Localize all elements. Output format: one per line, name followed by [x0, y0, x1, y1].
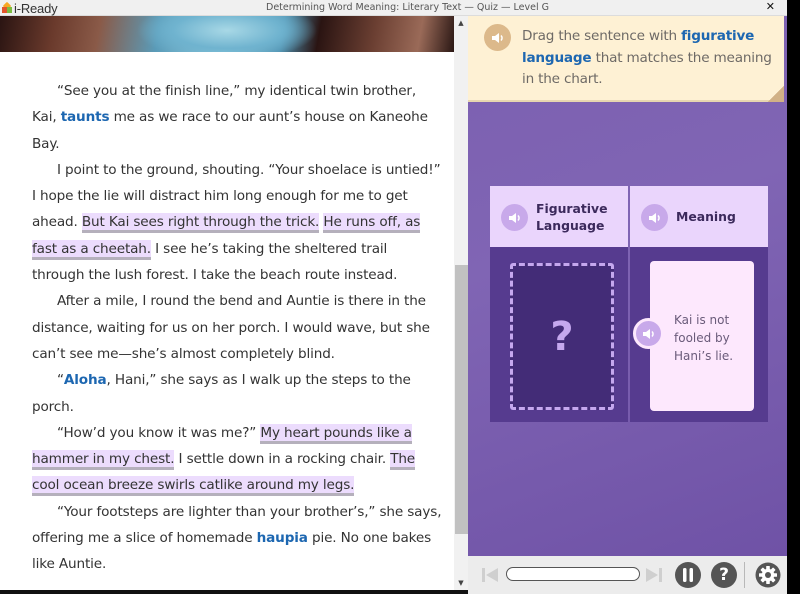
- reading-pane: “See you at the finish line,” my identic…: [0, 16, 454, 590]
- passage-paragraph: “Aloha, Hani,” she says as I walk up the…: [32, 367, 442, 420]
- pause-button[interactable]: [675, 562, 701, 588]
- read-aloud-meaning-button[interactable]: [633, 318, 664, 349]
- toolbar-divider: [744, 562, 745, 588]
- vocabulary-word-link[interactable]: taunts: [61, 109, 110, 125]
- skip-forward-icon[interactable]: [645, 566, 663, 584]
- settings-button[interactable]: [755, 562, 781, 588]
- passage-text-run: “How’d you know it was me?”: [57, 424, 261, 441]
- answer-drop-zone[interactable]: ?: [510, 263, 614, 410]
- bottom-toolbar: ?: [468, 556, 787, 594]
- passage-text-run: I settle down in a rocking chair.: [174, 451, 391, 468]
- column-header: Meaning: [630, 186, 768, 247]
- read-aloud-header-button[interactable]: [501, 204, 528, 231]
- passage-text-run: “: [57, 372, 64, 389]
- passage-text-run: After a mile, I round the bend and Aunti…: [32, 293, 430, 362]
- passage-banner-image: [0, 16, 454, 52]
- column-body: Kai is not fooled by Hani’s lie.: [630, 247, 768, 422]
- speaker-icon: [491, 32, 503, 43]
- passage-scrollbar[interactable]: ▲ ▼: [454, 16, 468, 590]
- meaning-text: Kai is not fooled by Hani’s lie.: [674, 313, 734, 363]
- skip-back-icon[interactable]: [481, 566, 499, 584]
- header-line: Language: [536, 217, 605, 233]
- scroll-up-arrow-icon[interactable]: ▲: [454, 16, 468, 30]
- question-pane: Drag the sentence with figurative langua…: [468, 16, 787, 556]
- passage-paragraph: After a mile, I round the bend and Aunti…: [32, 288, 442, 367]
- pause-icon: [683, 568, 693, 582]
- help-button[interactable]: ?: [711, 562, 737, 588]
- passage-paragraph: “How’d you know it was me?” My heart pou…: [32, 420, 442, 499]
- passage-paragraph: “Your footsteps are lighter than your br…: [32, 499, 442, 578]
- help-icon: ?: [719, 565, 729, 585]
- column-header: Figurative Language: [490, 186, 628, 247]
- scroll-thumb[interactable]: [455, 265, 468, 534]
- draggable-figurative-sentence[interactable]: But Kai sees right through the trick.: [81, 213, 319, 234]
- close-button[interactable]: ✕: [766, 0, 775, 14]
- prompt-text: Drag the sentence with figurative langua…: [522, 26, 772, 91]
- question-mark-icon: ?: [550, 313, 574, 360]
- matching-chart: Figurative Language ? Meaning Kai is not…: [490, 186, 768, 422]
- question-prompt: Drag the sentence with figurative langua…: [468, 16, 784, 102]
- read-aloud-header-button[interactable]: [641, 204, 668, 231]
- title-bar: i-Ready Determining Word Meaning: Litera…: [0, 0, 787, 16]
- read-aloud-prompt-button[interactable]: [484, 24, 511, 51]
- speaker-icon: [642, 328, 654, 339]
- bottom-edge: [0, 590, 468, 594]
- column-header-label: Meaning: [676, 186, 736, 247]
- scroll-down-arrow-icon[interactable]: ▼: [454, 576, 468, 590]
- chart-column-meaning: Meaning Kai is not fooled by Hani’s lie.: [630, 186, 768, 422]
- page-fold-decoration: [768, 86, 784, 102]
- vocabulary-word-link[interactable]: Aloha: [64, 372, 107, 388]
- lesson-progress-bar: [506, 567, 640, 581]
- header-line: Meaning: [676, 209, 736, 224]
- column-body: ?: [490, 247, 628, 422]
- window-title: Determining Word Meaning: Literary Text …: [266, 2, 549, 13]
- speaker-icon: [508, 212, 520, 223]
- passage-text: “See you at the finish line,” my identic…: [32, 78, 442, 578]
- chart-column-figurative-language: Figurative Language ?: [490, 186, 628, 422]
- passage-paragraph: I point to the ground, shouting. “Your s…: [32, 157, 442, 288]
- header-line: Figurative: [536, 200, 608, 216]
- right-edge: [787, 0, 800, 594]
- speaker-icon: [648, 212, 660, 223]
- vocabulary-word-link[interactable]: haupia: [257, 530, 308, 546]
- passage-paragraph: “See you at the finish line,” my identic…: [32, 78, 442, 157]
- column-header-label: Figurative Language: [536, 186, 608, 247]
- meaning-card: Kai is not fooled by Hani’s lie.: [650, 261, 754, 411]
- gear-icon: [755, 562, 781, 588]
- prompt-text-run: Drag the sentence with: [522, 28, 682, 44]
